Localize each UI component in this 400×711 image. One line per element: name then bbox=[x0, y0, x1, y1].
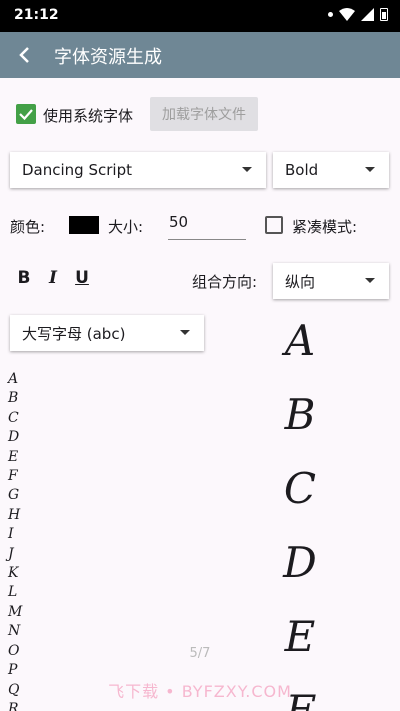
compact-mode-label[interactable]: 紧凑模式: bbox=[292, 216, 357, 237]
glyph-item: F bbox=[8, 468, 18, 485]
dropdown-caret-icon bbox=[180, 330, 190, 335]
font-weight-value: Bold bbox=[285, 161, 319, 179]
notification-dot-icon bbox=[328, 12, 333, 17]
status-bar: 21:12 bbox=[0, 0, 400, 32]
charset-value: 大写字母 (abc) bbox=[22, 324, 126, 343]
bold-button[interactable]: B bbox=[14, 268, 34, 288]
signal-icon bbox=[361, 8, 374, 21]
wifi-icon bbox=[339, 8, 355, 21]
checkmark-icon bbox=[19, 109, 33, 121]
size-label: 大小: bbox=[108, 218, 144, 236]
page-indicator: 5/7 bbox=[189, 646, 211, 661]
color-swatch[interactable] bbox=[69, 216, 99, 234]
dropdown-caret-icon bbox=[242, 167, 252, 172]
glyph-item: B bbox=[8, 390, 19, 407]
status-time: 21:12 bbox=[14, 7, 59, 23]
dropdown-caret-icon bbox=[365, 167, 375, 172]
charset-dropdown[interactable]: 大写字母 (abc) bbox=[10, 315, 204, 351]
italic-button[interactable]: I bbox=[43, 268, 63, 288]
preview-glyph: A bbox=[284, 316, 316, 365]
glyph-item: D bbox=[8, 429, 20, 446]
compact-mode-checkbox[interactable] bbox=[265, 216, 283, 234]
font-family-value: Dancing Script bbox=[22, 161, 132, 179]
preview-glyph: C bbox=[283, 464, 317, 513]
glyph-item: H bbox=[8, 506, 21, 523]
watermark: 飞下载 • BYFZXY.COM bbox=[108, 682, 292, 701]
glyph-item: I bbox=[8, 526, 14, 543]
font-family-dropdown[interactable]: Dancing Script bbox=[10, 152, 266, 188]
page-title: 字体资源生成 bbox=[54, 47, 162, 68]
back-arrow-icon[interactable] bbox=[13, 43, 37, 67]
preview-glyph: B bbox=[284, 390, 316, 439]
use-system-font-checkbox[interactable] bbox=[16, 104, 36, 124]
direction-label: 组合方向: bbox=[192, 273, 258, 291]
glyph-item: A bbox=[8, 371, 19, 387]
load-font-file-button[interactable]: 加载字体文件 bbox=[150, 97, 258, 131]
preview-glyph: D bbox=[283, 538, 317, 587]
dropdown-caret-icon bbox=[365, 278, 375, 283]
direction-value: 纵向 bbox=[285, 272, 316, 291]
use-system-font-label[interactable]: 使用系统字体 bbox=[43, 105, 133, 126]
glyph-item: K bbox=[8, 565, 19, 582]
glyph-item: L bbox=[8, 584, 18, 601]
underline-button[interactable]: U bbox=[72, 268, 92, 288]
size-input[interactable]: 50 bbox=[168, 210, 246, 240]
glyph-item: J bbox=[8, 545, 14, 562]
glyph-item: G bbox=[8, 487, 20, 504]
direction-dropdown[interactable]: 纵向 bbox=[273, 263, 389, 299]
glyph-item: E bbox=[8, 448, 19, 465]
color-label: 颜色: bbox=[10, 218, 46, 236]
status-icons bbox=[328, 8, 388, 21]
glyph-item: N bbox=[8, 623, 21, 640]
app-bar: 字体资源生成 bbox=[0, 32, 400, 78]
font-weight-dropdown[interactable]: Bold bbox=[273, 152, 389, 188]
glyph-item: M bbox=[8, 603, 23, 620]
glyph-item: C bbox=[8, 409, 19, 426]
battery-icon bbox=[380, 8, 388, 21]
